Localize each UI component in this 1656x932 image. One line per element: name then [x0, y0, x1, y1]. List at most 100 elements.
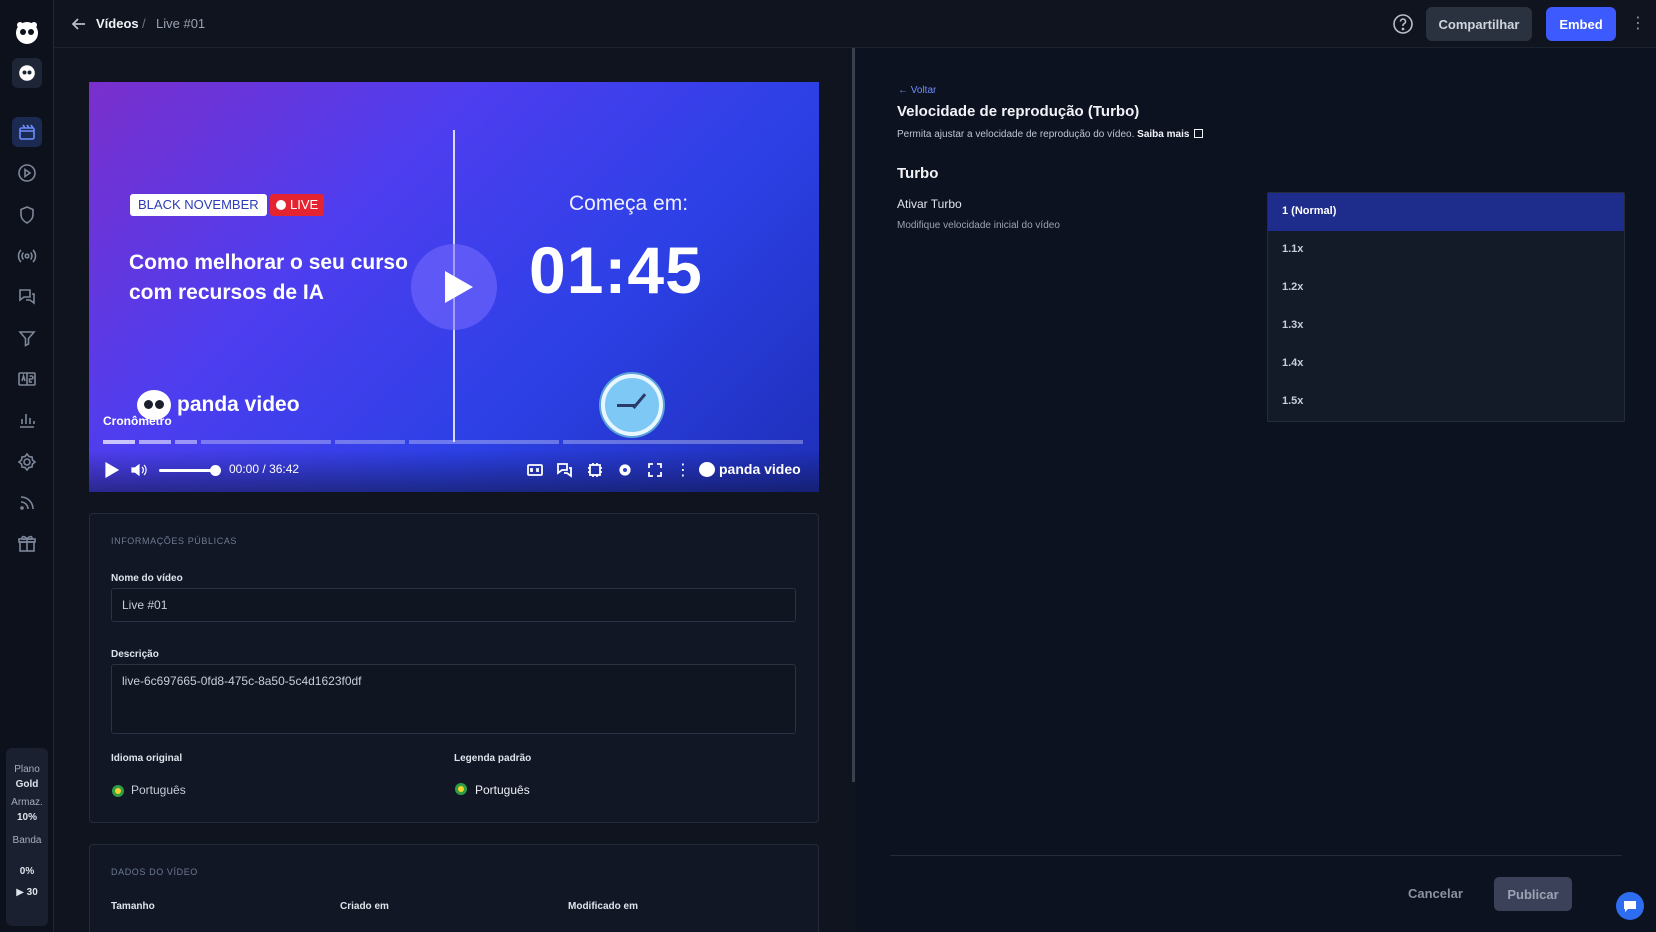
- embed-button[interactable]: Embed: [1546, 7, 1616, 41]
- activate-turbo-description: Modifique velocidade inicial do vídeo: [897, 220, 1060, 231]
- speed-option[interactable]: 1.5x: [1268, 383, 1624, 421]
- original-language-label: Idioma original: [111, 753, 183, 764]
- band-value: 0%: [19, 866, 35, 877]
- speed-option[interactable]: 1 (Normal): [1268, 193, 1624, 231]
- storage-label: Armaz.: [11, 797, 43, 808]
- gift-icon[interactable]: [12, 529, 42, 559]
- support-chat-button[interactable]: [1616, 892, 1644, 920]
- speed-turbo-icon[interactable]: [585, 460, 605, 480]
- chat-icon[interactable]: [12, 282, 42, 312]
- plan-label: Plano: [14, 764, 40, 775]
- watermark-text: panda video: [177, 393, 300, 416]
- breadcrumb-parent[interactable]: Vídeos: [96, 16, 139, 31]
- gear-icon[interactable]: [615, 460, 635, 480]
- chapter-segment[interactable]: [563, 440, 803, 444]
- captions-icon[interactable]: [525, 460, 545, 480]
- storage-value: 10%: [16, 812, 37, 823]
- default-subtitle-label: Legenda padrão: [454, 753, 532, 764]
- public-info-card: INFORMAÇÕES PÚBLICAS Nome do vídeo Live …: [89, 513, 819, 823]
- extra-value-row: ▶ 30: [6, 885, 48, 900]
- analytics-icon[interactable]: [12, 405, 42, 435]
- speed-dropdown-list[interactable]: 1 (Normal) 1.1x 1.2x 1.3x 1.4x 1.5x: [1267, 192, 1625, 422]
- big-play-button[interactable]: [411, 244, 497, 330]
- play-icon: [445, 271, 473, 303]
- external-link-icon[interactable]: [1194, 129, 1204, 138]
- time-current: 00:00: [229, 462, 260, 476]
- shield-icon[interactable]: [12, 200, 42, 230]
- chapter-label: Cronômetro: [103, 414, 172, 428]
- speed-option[interactable]: 1.1x: [1268, 231, 1624, 269]
- size-label: Tamanho: [111, 901, 155, 912]
- fullscreen-icon[interactable]: [645, 460, 665, 480]
- video-player[interactable]: BLACK NOVEMBER LIVE Como melhorar o seu …: [89, 82, 819, 492]
- chat-bubble-icon: [1624, 901, 1636, 912]
- ab-test-icon[interactable]: [12, 364, 42, 394]
- chapter-segment[interactable]: [139, 440, 171, 444]
- extra-value: 30: [26, 887, 38, 898]
- chapters-icon[interactable]: [555, 460, 575, 480]
- player-more-icon[interactable]: ⋮: [673, 460, 693, 480]
- time-separator: /: [262, 462, 266, 476]
- panda-logo-icon: [699, 461, 715, 477]
- settings-icon[interactable]: [12, 447, 42, 477]
- chapter-segment[interactable]: [335, 440, 405, 444]
- video-data-card: DADOS DO VÍDEO Tamanho Criado em Modific…: [89, 844, 819, 932]
- panel-description: Permita ajustar a velocidade de reproduç…: [897, 129, 1204, 140]
- chapter-segment[interactable]: [201, 440, 331, 444]
- workspace-avatar-icon[interactable]: [12, 58, 42, 88]
- countdown-timer: 01:45: [529, 233, 703, 307]
- speed-option[interactable]: 1.3x: [1268, 307, 1624, 345]
- turbo-section-title: Turbo: [897, 165, 939, 182]
- video-name-input[interactable]: Live #01: [111, 588, 796, 622]
- sidebar: Plano Gold Armaz. 10% Banda 0% ▶ 30: [0, 0, 54, 932]
- turbo-settings-pane: [856, 48, 1656, 932]
- video-data-heading: DADOS DO VÍDEO: [111, 867, 198, 877]
- description-label: Descrição: [111, 649, 159, 660]
- publish-button[interactable]: Publicar: [1494, 877, 1572, 911]
- time-total: 36:42: [269, 462, 300, 476]
- speed-option[interactable]: 1.2x: [1268, 269, 1624, 307]
- share-button[interactable]: Compartilhar: [1426, 7, 1532, 41]
- videos-icon[interactable]: [12, 117, 42, 147]
- volume-handle[interactable]: [210, 465, 221, 476]
- progress-bar[interactable]: [103, 440, 803, 444]
- back-link[interactable]: ← Voltar: [898, 85, 936, 96]
- filter-icon[interactable]: [12, 323, 42, 353]
- panda-logo-icon[interactable]: [14, 20, 40, 46]
- help-icon[interactable]: [1392, 13, 1414, 35]
- rss-feed-icon[interactable]: [12, 488, 42, 518]
- live-badge: LIVE: [270, 194, 325, 216]
- pane-scrollbar[interactable]: [852, 48, 855, 782]
- play-circle-icon[interactable]: [12, 158, 42, 188]
- default-subtitle-value[interactable]: Português: [475, 783, 530, 797]
- clock-icon: [601, 374, 663, 436]
- chapter-segment[interactable]: [409, 440, 559, 444]
- back-arrow-icon[interactable]: [70, 15, 88, 33]
- band-label: Banda: [12, 835, 42, 846]
- event-badge: BLACK NOVEMBER: [130, 194, 267, 216]
- breadcrumb-separator: /: [142, 16, 146, 31]
- thumbnail-title: Como melhorar o seu curso com recursos d…: [129, 251, 408, 304]
- speed-option[interactable]: 1.4x: [1268, 345, 1624, 383]
- plan-usage-box: Plano Gold Armaz. 10% Banda 0% ▶ 30: [6, 748, 48, 926]
- cancel-button[interactable]: Cancelar: [1408, 886, 1463, 901]
- more-options-icon[interactable]: ⋮: [1630, 14, 1646, 34]
- breadcrumb-current: Live #01: [156, 16, 206, 31]
- learn-more-link[interactable]: Saiba mais: [1137, 129, 1189, 140]
- video-name-label: Nome do vídeo: [111, 573, 183, 584]
- chapter-segment[interactable]: [103, 440, 135, 444]
- footer-divider: [890, 855, 1622, 856]
- volume-slider[interactable]: [159, 469, 215, 472]
- topbar: Vídeos / Live #01 Compartilhar Embed ⋮: [54, 0, 1656, 48]
- description-textarea[interactable]: live-6c697665-0fd8-475c-8a50-5c4d1623f0d…: [111, 664, 796, 734]
- brazil-flag-icon: [112, 785, 124, 797]
- chapter-segment[interactable]: [175, 440, 197, 444]
- volume-icon[interactable]: [129, 460, 149, 480]
- original-language-value[interactable]: Português: [131, 783, 186, 797]
- player-brand-text: panda video: [719, 461, 801, 477]
- live-broadcast-icon[interactable]: [12, 241, 42, 271]
- time-display: 00:00 / 36:42: [229, 462, 299, 476]
- play-control-icon[interactable]: [101, 460, 121, 480]
- player-brand: panda video: [699, 461, 801, 477]
- plan-value: Gold: [15, 779, 39, 790]
